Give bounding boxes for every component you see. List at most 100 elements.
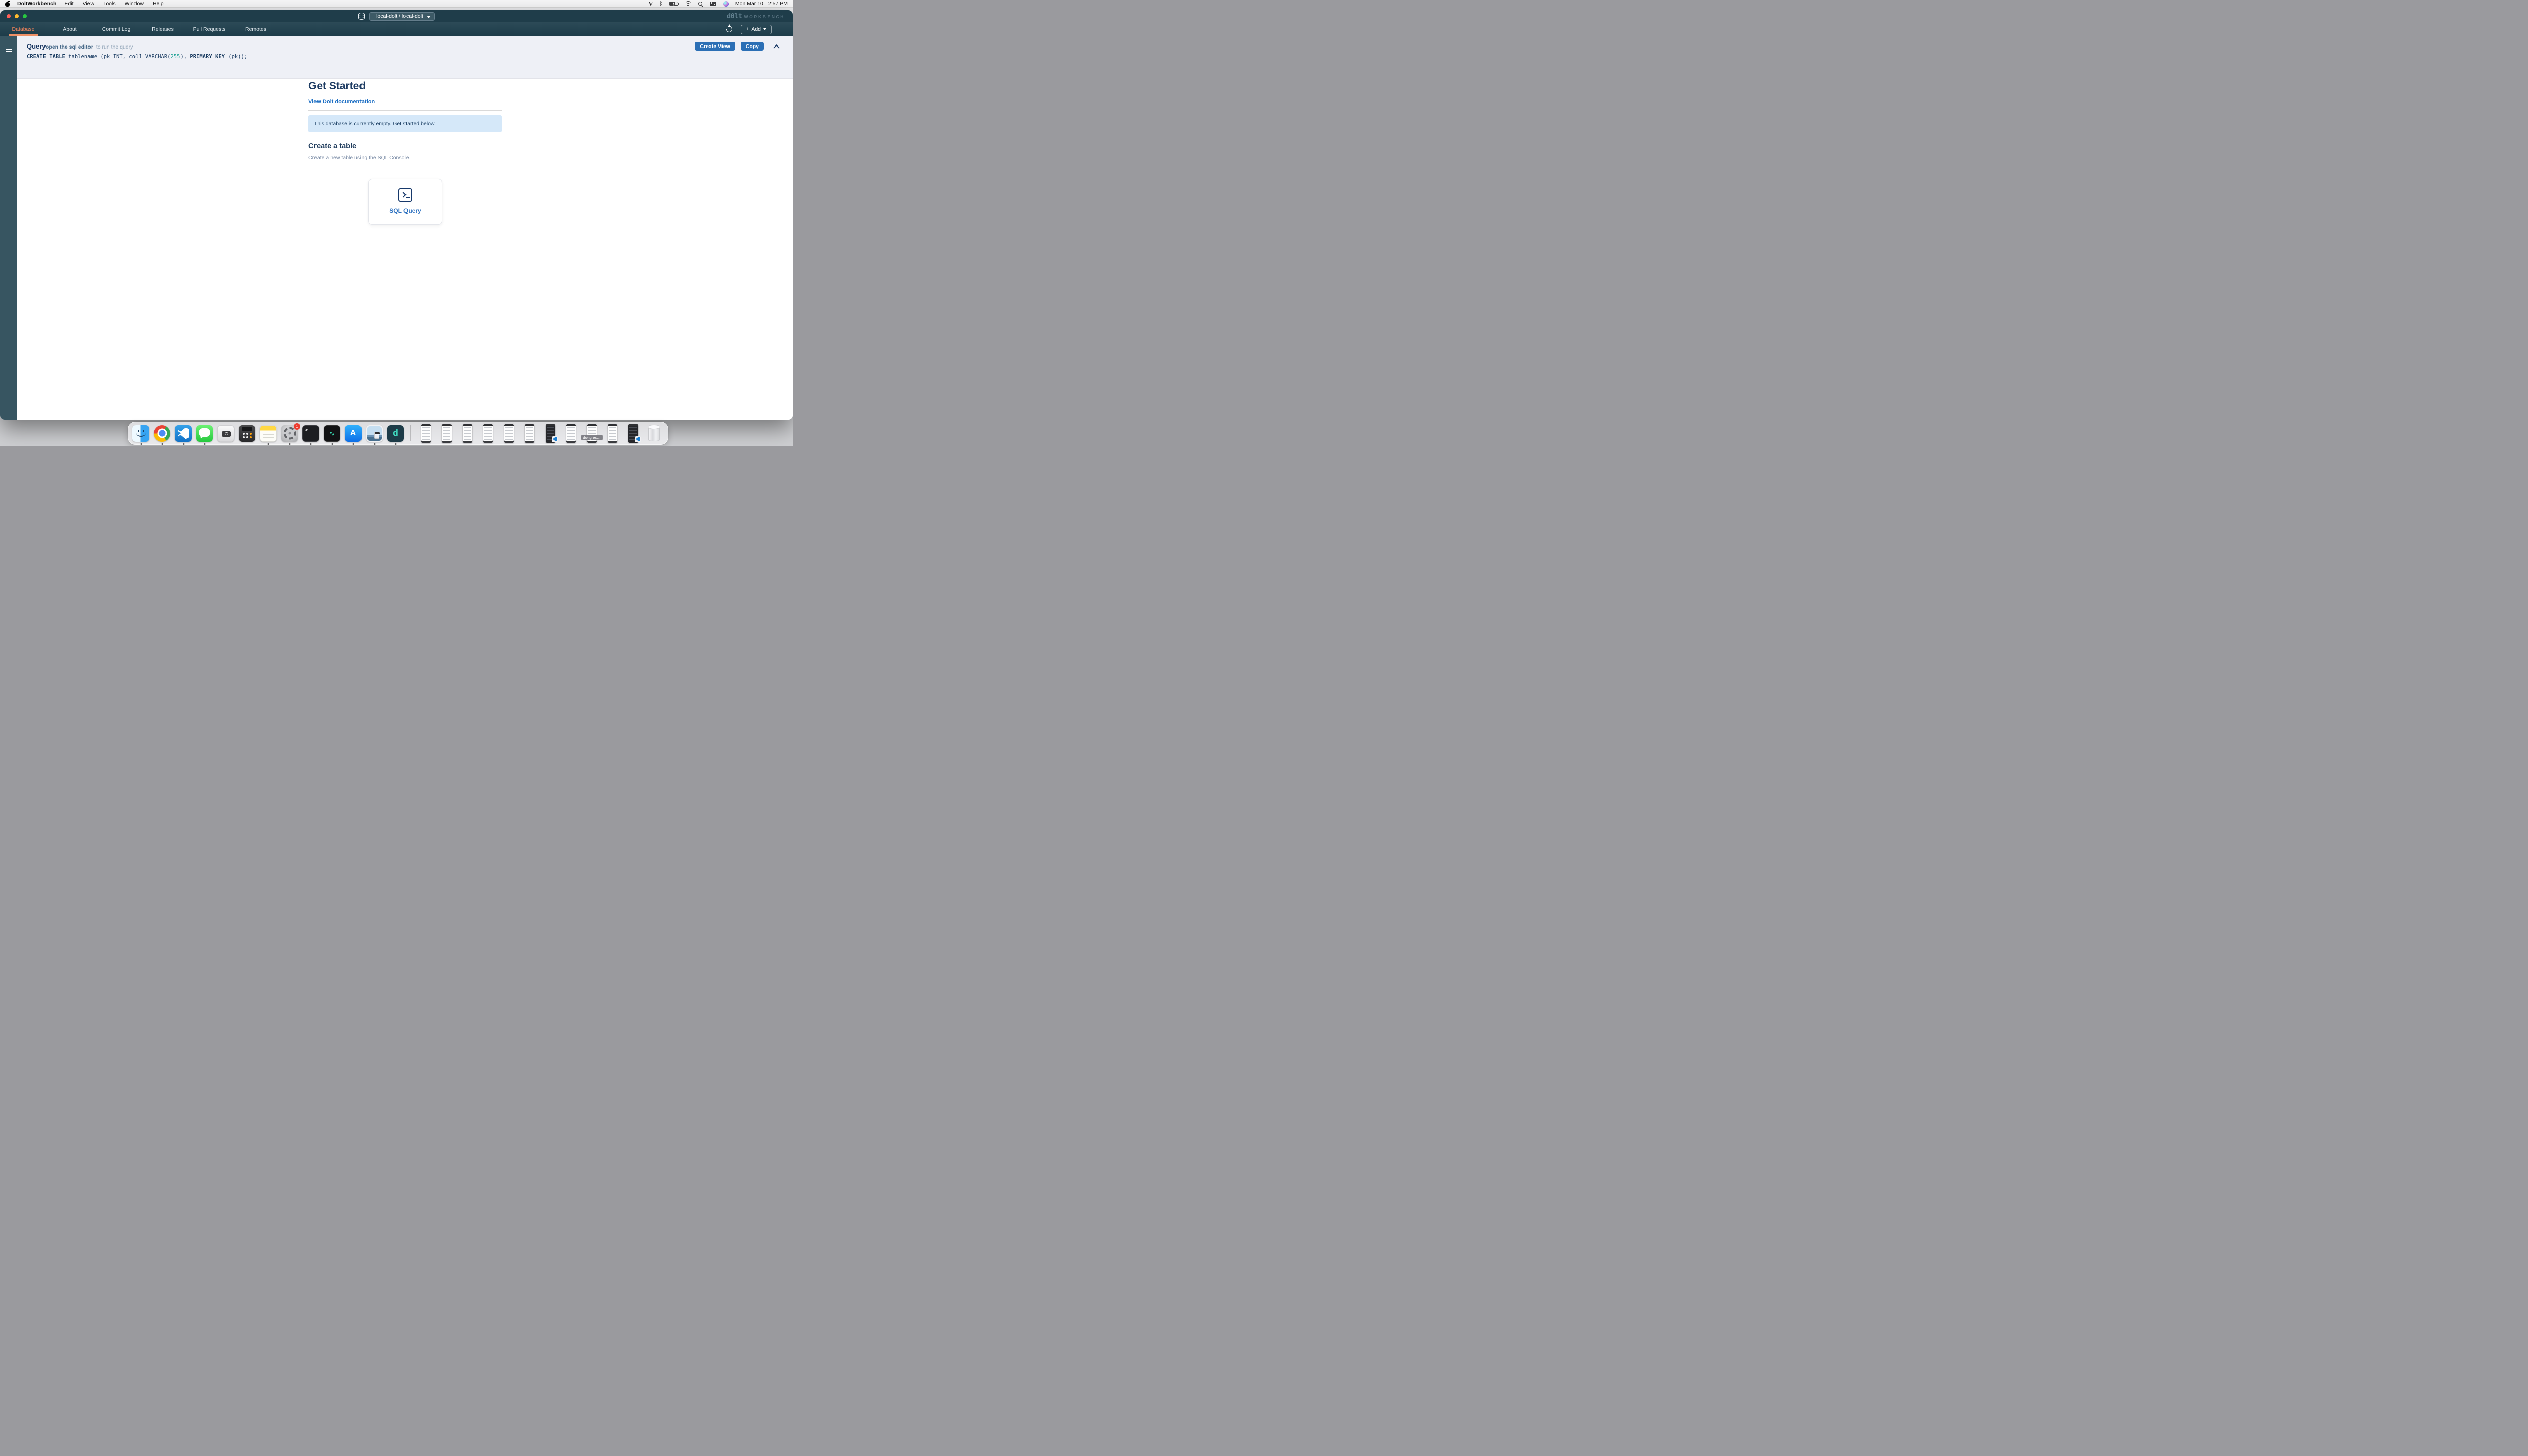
dock-icon-messages[interactable]: [196, 425, 213, 442]
dock-icon-settings[interactable]: 1: [281, 425, 298, 442]
sql-query-card[interactable]: SQL Query: [368, 179, 442, 225]
desktop: DoltWorkbench Edit View Tools Window Help Vᛒ…: [0, 0, 793, 446]
battery-charging-icon[interactable]: [669, 2, 678, 6]
dock-icon-screenshot[interactable]: [217, 425, 234, 442]
dock-icon-app-store[interactable]: A: [345, 425, 362, 442]
dock-icon-calculator[interactable]: [239, 425, 255, 442]
collapse-chevron-up-icon[interactable]: [773, 43, 780, 50]
menu-bar-status-area: Vᛒ Mon Mar 10 2:57 PM: [649, 0, 788, 8]
dock-item-preview: [366, 425, 383, 442]
dock-minimized-window-doc[interactable]: [566, 424, 576, 443]
menu-bar: DoltWorkbench Edit View Tools Window Help Vᛒ…: [0, 0, 793, 8]
query-panel-subtitle: open the sql editor to run the query: [46, 44, 133, 50]
query-panel-title: Query: [27, 42, 46, 50]
traffic-lights: [7, 10, 27, 22]
terminal-icon: [398, 188, 412, 202]
dock-icon-chrome[interactable]: [154, 425, 170, 442]
refresh-icon[interactable]: [725, 25, 733, 34]
sql-editor-link[interactable]: open the sql editor: [46, 44, 93, 50]
dock-minimized-window-doc[interactable]: [504, 424, 514, 443]
running-indicator-dot: [183, 443, 184, 445]
logo-suffix: WORKBENCH: [744, 13, 785, 19]
menu-item-help[interactable]: Help: [153, 1, 164, 7]
running-indicator-dot: [267, 443, 269, 445]
dock-icon-vscode[interactable]: [175, 425, 192, 442]
apple-menu-icon[interactable]: [5, 1, 10, 7]
dock-icon-preview[interactable]: [366, 425, 383, 442]
dock-item-app-store: A: [345, 425, 362, 442]
minimized-window-label: doltgres…: [581, 435, 602, 440]
bluetooth-icon[interactable]: ᛒ: [659, 1, 663, 7]
nav-tabs: DatabaseAbout Commit Log Releases Pull Requ…: [0, 22, 279, 36]
dock-minimized-window-doc[interactable]: [442, 424, 452, 443]
page-title: Get Started: [308, 80, 502, 93]
subtitle-rest: to run the query: [96, 44, 133, 50]
dock-minimized-window-doc[interactable]: [525, 424, 534, 443]
dolt-documentation-link[interactable]: View Dolt documentation: [308, 99, 375, 105]
running-indicator-dot: [310, 443, 311, 445]
nav-bar: DatabaseAbout Commit Log Releases Pull Requ…: [0, 22, 793, 36]
dock-minimized-window-doc[interactable]: [463, 424, 472, 443]
tab-remotes[interactable]: Remotes: [233, 22, 279, 36]
tab-label: Remotes: [245, 26, 266, 32]
wifi-icon[interactable]: [685, 1, 691, 6]
dock-icon-activity-monitor[interactable]: ∿: [324, 425, 340, 442]
copy-button[interactable]: Copy: [741, 42, 764, 51]
dock-item-messages: [196, 425, 213, 442]
notification-badge: 1: [294, 423, 300, 430]
logo-wordmark: d0lt: [727, 12, 742, 20]
menu-item-window[interactable]: Window: [125, 1, 144, 7]
dock-minimized-window-doc[interactable]: [483, 424, 493, 443]
dock-minimized-window-doc[interactable]: [421, 424, 431, 443]
dock-separator: [410, 425, 411, 441]
sql-query-card-label: SQL Query: [389, 207, 421, 214]
menu-date[interactable]: Mon Mar 10: [735, 1, 763, 7]
dock-item-activity-monitor: ∿: [324, 425, 340, 442]
dock-minimized-window-code[interactable]: [546, 424, 555, 443]
tab-database[interactable]: Database: [0, 22, 47, 36]
trash-icon[interactable]: [648, 426, 660, 441]
dock-icon-notes[interactable]: [260, 425, 277, 442]
dock-icon-finder[interactable]: [132, 425, 149, 442]
dock-item-terminal: >_: [302, 425, 319, 442]
dock-minimized-window-code[interactable]: [628, 424, 638, 443]
database-selector-value: local-dolt / local-dolt: [376, 13, 423, 19]
dock-item-finder: [132, 425, 149, 442]
v-app-icon[interactable]: V: [649, 0, 653, 8]
menu-app-name[interactable]: DoltWorkbench: [17, 1, 56, 7]
dock-icon-terminal[interactable]: >_: [302, 425, 319, 442]
database-selector-dropdown[interactable]: local-dolt / local-dolt: [369, 12, 435, 21]
database-icon: [358, 13, 365, 20]
spotlight-icon[interactable]: [698, 1, 703, 7]
sql-query-text[interactable]: CREATE TABLE tablename (pk INT, col1 VAR…: [27, 54, 247, 60]
create-view-button[interactable]: Create View: [695, 42, 735, 51]
tab-releases[interactable]: Releases: [140, 22, 186, 36]
dock-icon-dolt[interactable]: d: [387, 425, 404, 442]
menu-item-view[interactable]: View: [83, 1, 95, 7]
chevron-down-icon: [427, 16, 431, 18]
add-button[interactable]: + Add: [741, 25, 772, 34]
tab-about[interactable]: About: [47, 22, 93, 36]
dock-minimized-window-doc[interactable]: doltgres…: [587, 424, 597, 443]
hamburger-menu-button[interactable]: [6, 49, 12, 54]
control-center-icon[interactable]: [710, 2, 716, 6]
query-panel: Query open the sql editor to run the que…: [17, 36, 793, 79]
siri-icon[interactable]: [723, 1, 729, 7]
dock-minimized-window-doc[interactable]: [608, 424, 617, 443]
main-content: Get Started View Dolt documentation This…: [17, 79, 793, 420]
zoom-button[interactable]: [23, 14, 27, 18]
menu-item-edit[interactable]: Edit: [64, 1, 73, 7]
app-window: local-dolt / local-dolt d0lt WORKBENCH D…: [0, 10, 793, 420]
tab-commit-log[interactable]: Commit Log: [93, 22, 140, 36]
add-button-label: Add: [751, 26, 761, 32]
close-button[interactable]: [7, 14, 11, 18]
title-bar[interactable]: local-dolt / local-dolt d0lt WORKBENCH: [0, 10, 793, 22]
minimize-button[interactable]: [15, 14, 19, 18]
dock-item-screenshot: [217, 425, 234, 442]
tab-label: Commit Log: [102, 26, 131, 32]
menu-item-tools[interactable]: Tools: [103, 1, 116, 7]
tab-pull-requests[interactable]: Pull Requests: [186, 22, 233, 36]
tab-label: Releases: [152, 26, 174, 32]
menu-time[interactable]: 2:57 PM: [768, 1, 788, 7]
running-indicator-dot: [161, 443, 163, 445]
